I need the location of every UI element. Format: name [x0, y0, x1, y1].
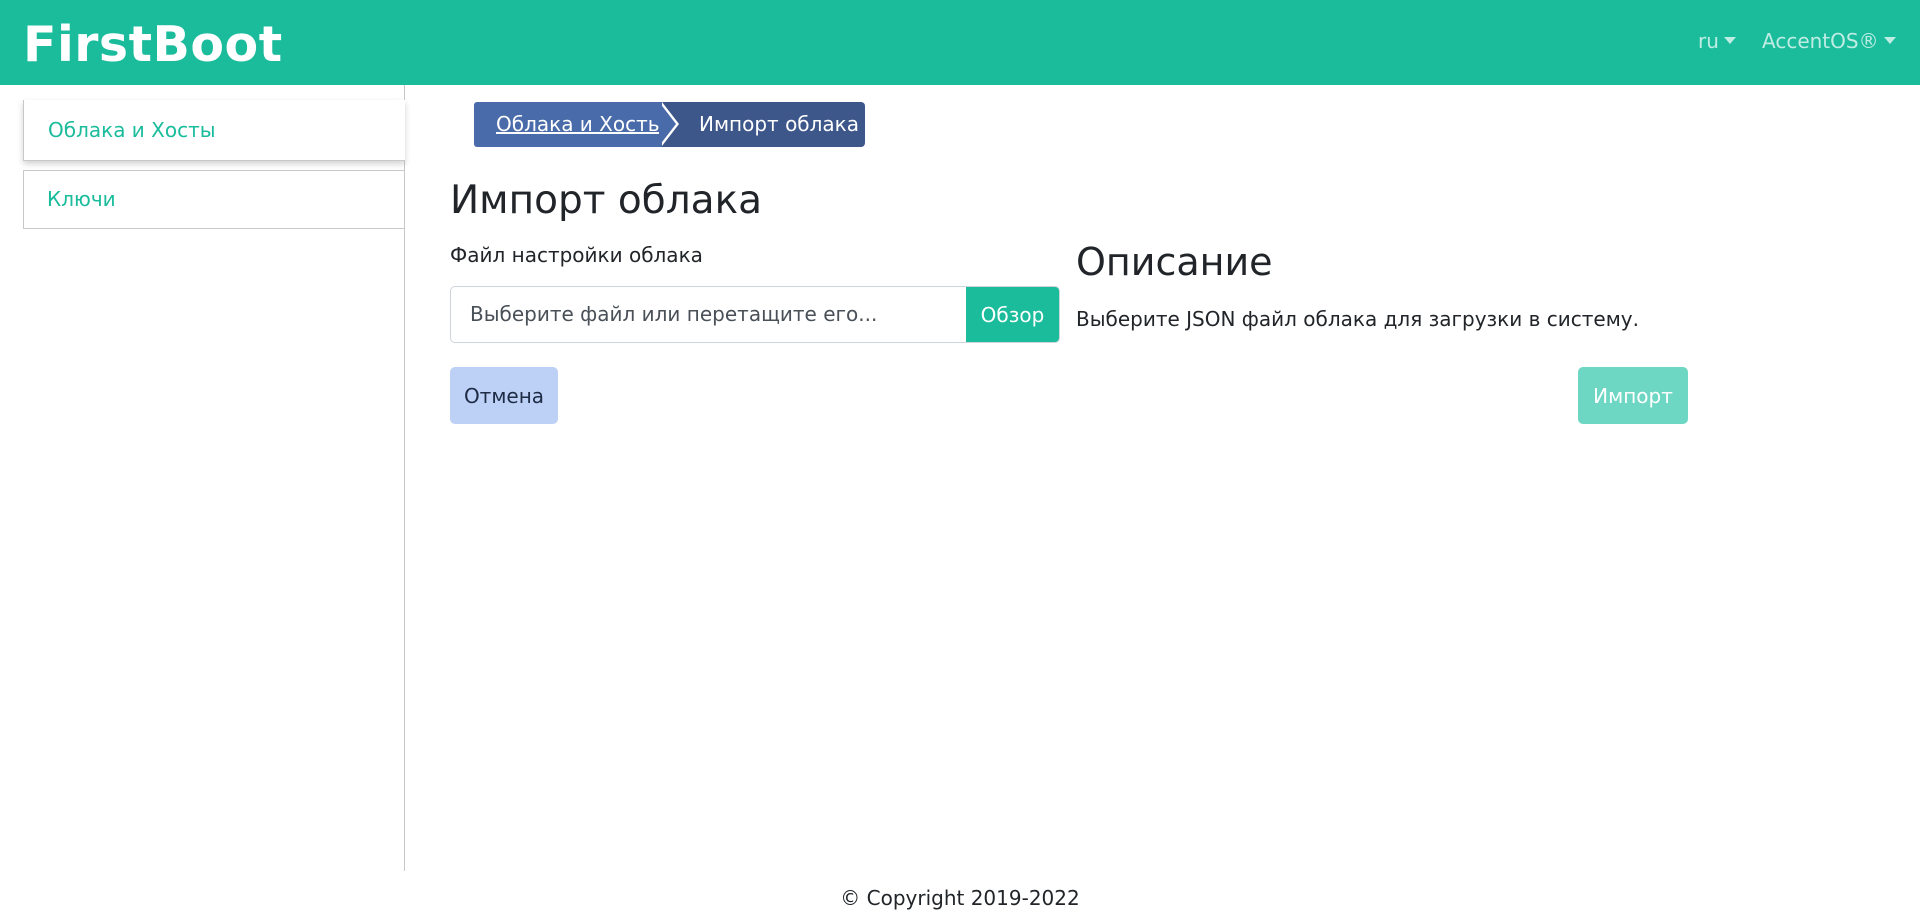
footer-copyright: © Copyright 2019-2022: [840, 886, 1080, 910]
chevron-down-icon: [1723, 37, 1736, 44]
sidebar-item-label: Облака и Хосты: [48, 118, 216, 142]
platform-dropdown[interactable]: AccentOS®: [1762, 28, 1896, 54]
sidebar-item-clouds-hosts[interactable]: Облака и Хосты: [23, 100, 405, 161]
file-input-placeholder: Выберите файл или перетащите его...: [470, 302, 878, 326]
description-title: Описание: [1076, 240, 1273, 284]
chevron-down-icon: [1883, 37, 1896, 44]
sidebar-item-keys[interactable]: Ключи: [23, 170, 405, 229]
cancel-button[interactable]: Отмена: [450, 367, 558, 424]
import-button[interactable]: Импорт: [1578, 367, 1688, 424]
language-label: ru: [1698, 29, 1719, 53]
file-input[interactable]: Выберите файл или перетащите его... Обзо…: [450, 286, 1060, 343]
platform-label: AccentOS®: [1762, 29, 1879, 53]
description-text: Выберите JSON файл облака для загрузки в…: [1076, 307, 1639, 331]
breadcrumb-link[interactable]: Облака и Хосты: [496, 112, 664, 136]
browse-button[interactable]: Обзор: [966, 287, 1059, 342]
language-dropdown[interactable]: ru: [1698, 28, 1736, 54]
breadcrumb-current-label: Импорт облака: [699, 112, 860, 136]
top-navbar: FirstBoot ru AccentOS®: [0, 0, 1920, 85]
breadcrumb-item-current: Импорт облака: [662, 102, 865, 147]
breadcrumb-item-clouds-hosts: Облака и Хосты: [474, 102, 674, 147]
sidebar: Облака и Хосты Ключи: [0, 85, 405, 871]
sidebar-item-label: Ключи: [47, 187, 116, 211]
brand-logo[interactable]: FirstBoot: [23, 14, 283, 76]
file-field-label: Файл настройки облака: [450, 243, 703, 267]
breadcrumb-arrow: [659, 102, 676, 146]
page-title: Импорт облака: [450, 178, 763, 223]
